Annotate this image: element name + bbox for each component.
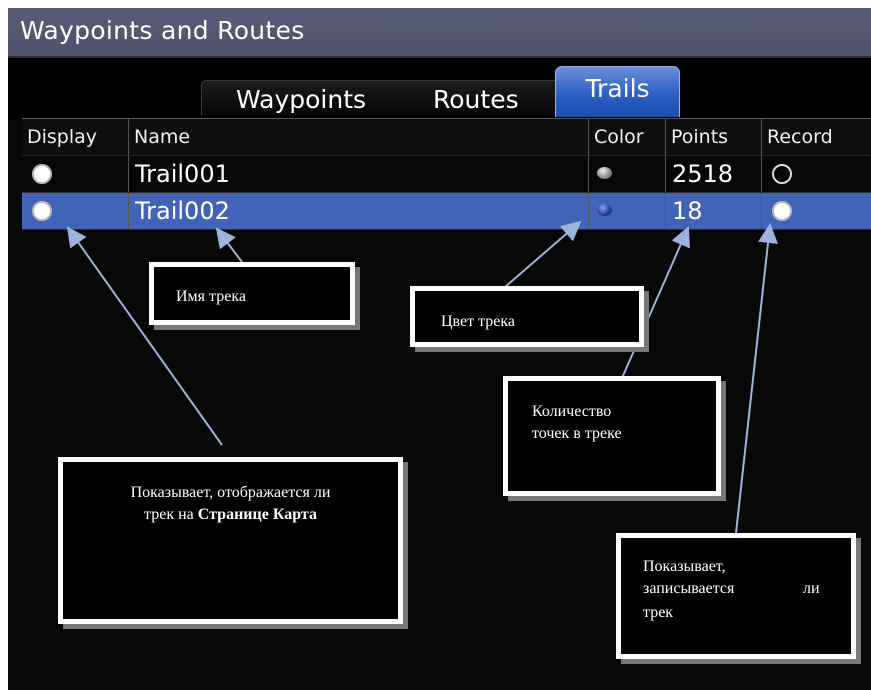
callout-record-text-3: трек: [643, 604, 674, 621]
callout-record: Показывает, записывается ли трек: [616, 533, 856, 659]
callout-record-text-2b: ли: [803, 580, 820, 597]
arrow-color: [504, 220, 582, 288]
callout-display-text-2: трек на Странице Карта: [144, 506, 317, 523]
callout-name-text: Имя трека: [176, 288, 246, 305]
callout-points: Количество точек в треке: [503, 376, 721, 496]
callout-display-bold: Странице Карта: [197, 506, 317, 523]
arrow-name: [215, 227, 243, 263]
arrow-record: [735, 223, 778, 534]
callout-record-text-2a: записывается: [643, 580, 735, 597]
callout-display-text-1: Показывает, отображается ли: [130, 484, 331, 501]
callout-color-text: Цвет трека: [441, 313, 516, 330]
callout-record-text-1: Показывает,: [643, 558, 726, 575]
callout-points-text-1: Количество: [532, 403, 612, 420]
callout-color: Цвет трека: [410, 286, 644, 347]
arrow-display: [66, 226, 223, 446]
callout-display: Показывает, отображается ли трек на Стра…: [58, 457, 403, 624]
callout-name: Имя трека: [149, 262, 355, 325]
callout-points-text-2: точек в треке: [532, 425, 622, 442]
